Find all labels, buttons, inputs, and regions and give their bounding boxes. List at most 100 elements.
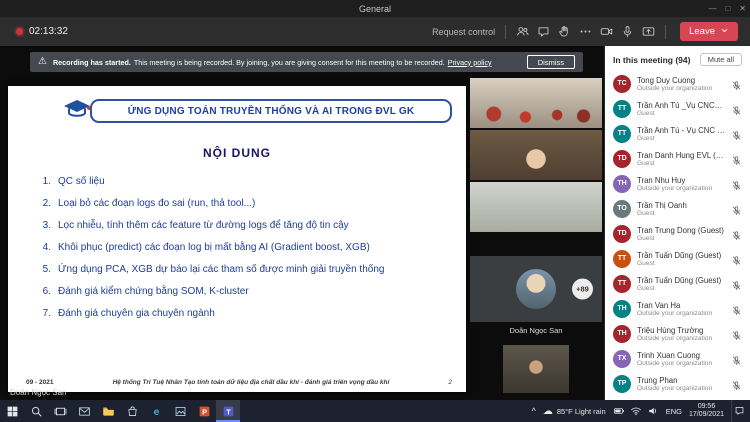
svg-text:T: T — [226, 407, 231, 416]
mic-muted-icon[interactable] — [731, 328, 742, 339]
teams-meeting-window: General — □ ✕ 02:13:32 Request control L… — [0, 0, 750, 422]
participant-row[interactable]: TX Trinh Xuan Cuong Outside your organiz… — [605, 346, 750, 371]
meeting-stage: ỨNG DỤNG TOÁN TRUYỀN THỐNG VÀ AI TRONG Đ… — [0, 46, 604, 400]
maximize-button[interactable]: □ — [725, 4, 730, 13]
tray-expand-button[interactable]: ^ — [532, 406, 536, 416]
participant-name: Trần Tuấn Dũng (Guest) — [637, 276, 725, 285]
spotlight-name-label: Doãn Ngọc San — [470, 326, 602, 335]
participant-row[interactable]: TT Trần Tuấn Dũng (Guest) Guest — [605, 271, 750, 296]
participant-texts: Trần Anh Tú - Vụ CNC (Guest) Guest — [637, 126, 725, 142]
slide-list-item: 7.Đánh giá chuyên gia chuyên ngành — [36, 308, 454, 319]
participant-texts: Trần Anh Tú _Vụ CNC_Bộ KH... Guest — [637, 101, 725, 117]
mail-app-button[interactable] — [72, 400, 96, 422]
mic-muted-icon[interactable] — [731, 228, 742, 239]
participant-row[interactable]: TC Tong Duy Cuong Outside your organizat… — [605, 71, 750, 96]
participant-subtitle: Outside your organization — [637, 185, 725, 192]
spotlight-avatar-tile[interactable]: +89 — [470, 256, 602, 322]
language-indicator[interactable]: ENG — [666, 407, 682, 416]
camera-icon[interactable] — [596, 22, 617, 42]
chat-icon[interactable] — [533, 22, 554, 42]
slide-list-item: 1.QC số liệu — [36, 176, 454, 187]
overflow-count-badge[interactable]: +89 — [572, 279, 593, 300]
minimize-button[interactable]: — — [708, 4, 716, 13]
participant-row[interactable]: TD Tran Danh Hung EVL (Guest) Guest — [605, 146, 750, 171]
tray-icons — [613, 405, 659, 417]
mic-muted-icon[interactable] — [731, 378, 742, 389]
taskbar-apps: ePT — [0, 400, 240, 422]
file-explorer-button[interactable] — [96, 400, 120, 422]
mic-muted-icon[interactable] — [731, 153, 742, 164]
taskbar-clock[interactable]: 09:56 17/09/2021 — [689, 403, 724, 420]
participant-subtitle: Outside your organization — [637, 385, 725, 392]
participant-texts: Trung Phan Outside your organization — [637, 376, 725, 392]
mic-muted-icon[interactable] — [731, 128, 742, 139]
participant-list: TC Tong Duy Cuong Outside your organizat… — [605, 71, 750, 400]
raise-hand-icon[interactable] — [554, 22, 575, 42]
wifi-icon[interactable] — [630, 405, 642, 417]
request-control-button[interactable]: Request control — [432, 27, 495, 37]
participants-panel: In this meeting (94) Mute all TC Tong Du… — [604, 46, 750, 400]
search-button[interactable] — [24, 400, 48, 422]
leave-button[interactable]: Leave — [680, 22, 738, 41]
participant-texts: Tran Nhu Huy Outside your organization — [637, 176, 725, 192]
store-app-button[interactable] — [120, 400, 144, 422]
volume-icon[interactable] — [647, 405, 659, 417]
participant-name: Trần Anh Tú _Vụ CNC_Bộ KH... — [637, 101, 725, 110]
video-tile-speaker[interactable] — [470, 130, 602, 180]
participant-row[interactable]: TP Trung Phan Outside your organization — [605, 371, 750, 396]
toolbar-divider — [505, 25, 506, 39]
start-button[interactable] — [0, 400, 24, 422]
participant-subtitle: Guest — [637, 135, 725, 142]
more-icon[interactable] — [575, 22, 596, 42]
participant-avatar: TT — [613, 100, 631, 118]
weather-icon: ☁ — [543, 406, 553, 417]
video-tile-empty-room[interactable] — [470, 182, 602, 232]
edge-browser-button[interactable]: e — [144, 400, 168, 422]
mic-muted-icon[interactable] — [731, 103, 742, 114]
mic-muted-icon[interactable] — [731, 353, 742, 364]
participant-row[interactable]: TH Tran Van Ha Outside your organization — [605, 296, 750, 321]
mic-muted-icon[interactable] — [731, 78, 742, 89]
mute-all-button[interactable]: Mute all — [700, 53, 742, 66]
action-center-button[interactable] — [731, 400, 747, 422]
participant-row[interactable]: TH Triệu Hùng Trường Outside your organi… — [605, 321, 750, 346]
mic-muted-icon[interactable] — [731, 278, 742, 289]
slide-footer-text: Hệ thống Trí Tuệ Nhân Tạo tính toán dữ l… — [61, 379, 440, 386]
participant-texts: Trần Thị Oanh Guest — [637, 201, 725, 217]
participant-avatar: TT — [613, 125, 631, 143]
participant-row[interactable]: TD Tran Trung Dong (Guest) Guest — [605, 221, 750, 246]
teams-app-button[interactable]: T — [216, 400, 240, 422]
mic-muted-icon[interactable] — [731, 253, 742, 264]
video-tile-meeting-room[interactable] — [470, 78, 602, 128]
recording-banner-message: This meeting is being recorded. By joini… — [134, 58, 445, 67]
participant-row[interactable]: TH Tran Nhu Huy Outside your organizatio… — [605, 171, 750, 196]
battery-icon[interactable] — [613, 405, 625, 417]
participant-row[interactable]: TT Trần Anh Tú - Vụ CNC (Guest) Guest — [605, 121, 750, 146]
powerpoint-app-button[interactable]: P — [192, 400, 216, 422]
privacy-policy-link[interactable]: Privacy policy — [448, 58, 492, 67]
photos-app-button[interactable] — [168, 400, 192, 422]
video-thumbnail-column: +89 Doãn Ngọc San — [470, 78, 602, 393]
mic-muted-icon[interactable] — [731, 203, 742, 214]
share-screen-icon[interactable] — [638, 22, 659, 42]
mic-icon[interactable] — [617, 22, 638, 42]
weather-widget[interactable]: ☁ 85°F Light rain — [543, 406, 606, 417]
participant-row[interactable]: TO Trần Thị Oanh Guest — [605, 196, 750, 221]
recording-banner: ⚠ Recording has started.This meeting is … — [30, 52, 583, 72]
participant-row[interactable]: TT Trần Anh Tú _Vụ CNC_Bộ KH... Guest — [605, 96, 750, 121]
participant-avatar: TD — [613, 150, 631, 168]
task-view-button[interactable] — [48, 400, 72, 422]
participants-count-title: In this meeting (94) — [613, 55, 690, 65]
video-tile-office[interactable] — [503, 345, 569, 393]
participant-row[interactable]: TT Trần Tuấn Dũng (Guest) Guest — [605, 246, 750, 271]
windows-taskbar: e P T ^ ☁ 85°F Light rain ENG 09:56 17/09/… — [0, 400, 750, 422]
mic-muted-icon[interactable] — [731, 303, 742, 314]
taskbar-time: 09:56 — [698, 403, 716, 410]
participant-subtitle: Guest — [637, 160, 725, 167]
participant-name: Tong Duy Cuong — [637, 76, 725, 85]
participant-name: Tran Van Ha — [637, 301, 725, 310]
close-button[interactable]: ✕ — [739, 4, 746, 13]
mic-muted-icon[interactable] — [731, 178, 742, 189]
dismiss-button[interactable]: Dismiss — [527, 55, 575, 69]
people-icon[interactable] — [512, 22, 533, 42]
